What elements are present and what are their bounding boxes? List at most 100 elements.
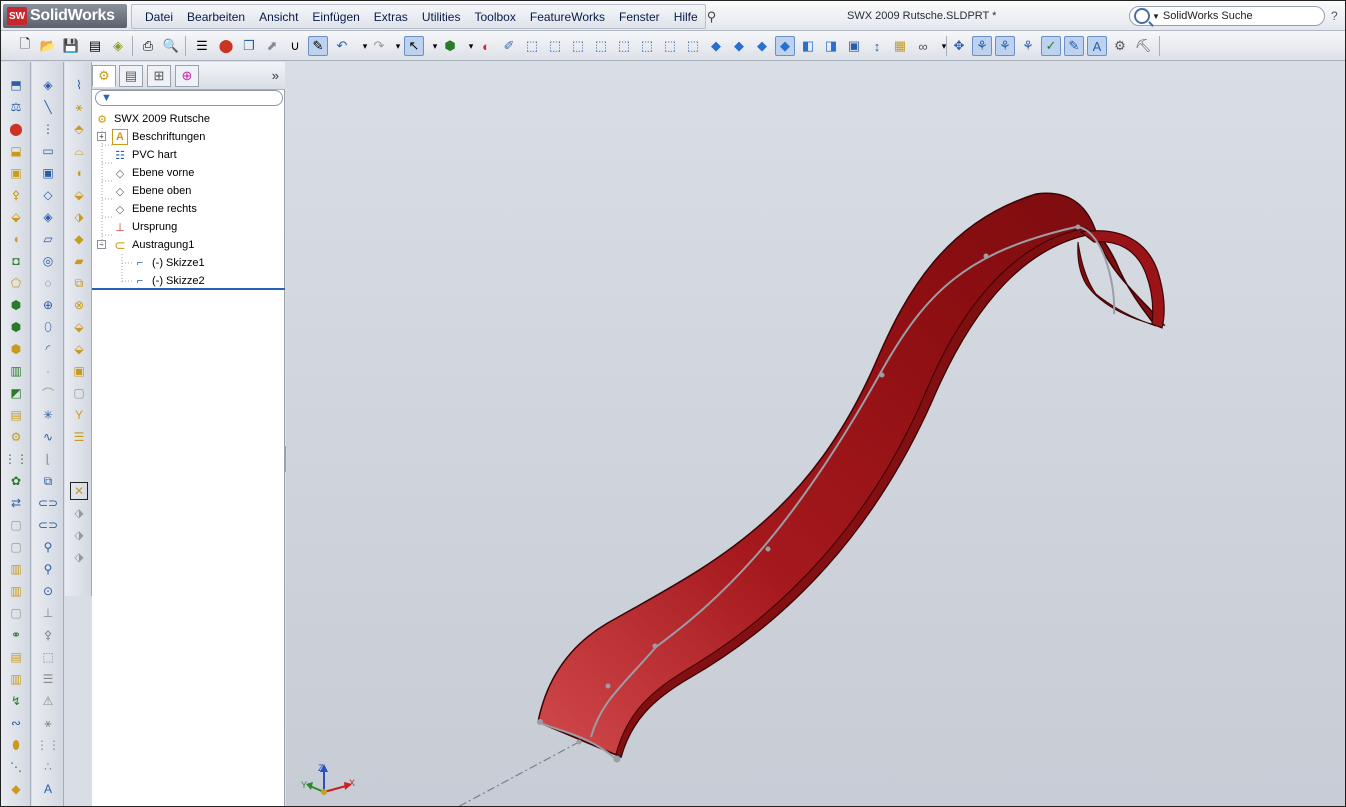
display-wireframe-icon[interactable]: ◆ <box>706 36 726 56</box>
dim-xpert-tab[interactable]: ⊕ <box>175 65 199 87</box>
hide-show-icon[interactable]: ⚘ <box>1018 36 1038 56</box>
menu-extras[interactable]: Extras <box>367 10 415 24</box>
profile-endpoint[interactable] <box>537 719 543 725</box>
view-bottom-icon[interactable]: ⬚ <box>637 36 657 56</box>
table-pattern-icon[interactable]: ▥ <box>7 560 25 578</box>
extruded-surface-icon[interactable]: ⬘ <box>70 120 88 138</box>
radiate-surface-icon[interactable]: ⊗ <box>70 296 88 314</box>
spline-point[interactable] <box>983 253 989 259</box>
print-preview-icon[interactable]: ▤ <box>85 36 105 56</box>
polygon-icon[interactable]: ◇ <box>39 186 57 204</box>
arc-icon[interactable]: ◌ <box>39 274 57 292</box>
lofted-surface-icon[interactable]: ⬙ <box>70 186 88 204</box>
origin-point[interactable] <box>576 739 582 745</box>
knit-surface-icon[interactable]: Y <box>70 406 88 424</box>
swept-surface-icon[interactable]: ◖ <box>70 164 88 182</box>
section-view-icon[interactable]: ◧ <box>798 36 818 56</box>
filled-surface-icon[interactable]: ◆ <box>70 230 88 248</box>
sketch-chamfer-icon[interactable]: ⚲ <box>39 560 57 578</box>
view-front-icon[interactable]: ⬚ <box>522 36 542 56</box>
rib-icon[interactable]: ◖ <box>7 230 25 248</box>
pin-menu-icon[interactable]: ⚲ <box>707 9 717 25</box>
untrim-surface-icon[interactable]: ▢ <box>70 384 88 402</box>
linear-sketch-pattern-icon[interactable]: ⋮⋮ <box>36 736 60 754</box>
spline-point[interactable] <box>879 372 885 378</box>
menu-toolbox[interactable]: Toolbox <box>467 10 522 24</box>
shell-icon[interactable]: ◘ <box>7 252 25 270</box>
spline-point[interactable] <box>1075 224 1081 230</box>
rotate-icon[interactable]: ↕ <box>867 36 887 56</box>
mid-surface-icon[interactable]: ⬗ <box>70 548 88 566</box>
new-document-icon[interactable]: 🗋 <box>15 36 35 56</box>
toolbox-icon[interactable]: ⚙ <box>1110 36 1130 56</box>
reference-plane-icon[interactable]: ⚭ <box>7 626 25 644</box>
menu-hilfe[interactable]: Hilfe <box>667 10 705 24</box>
display-relations-icon[interactable]: ⚴ <box>39 626 57 644</box>
fill-pattern-icon[interactable]: ▥ <box>7 582 25 600</box>
curve-icon[interactable]: ↯ <box>7 692 25 710</box>
split-line-icon[interactable]: ⬮ <box>7 736 25 754</box>
sketch-toggle-icon[interactable]: ✎ <box>308 36 328 56</box>
select-icon[interactable]: ↖ <box>404 36 424 56</box>
convert-entities-icon[interactable]: ⊂⊃ <box>38 494 58 512</box>
magnet-icon[interactable]: ∪ <box>285 36 305 56</box>
point-icon[interactable]: · <box>39 362 57 380</box>
mirror-icon[interactable]: ⇄ <box>7 494 25 512</box>
fillet-sketch-icon[interactable]: ⌒ <box>39 384 57 402</box>
add-relation-icon[interactable]: ⊥ <box>39 604 57 622</box>
sketch-pattern-icon[interactable]: ▢ <box>7 538 25 556</box>
view-trimetric-icon[interactable]: ⬚ <box>683 36 703 56</box>
sketch-centerline[interactable] <box>456 741 580 807</box>
model-view[interactable]: Z X Y <box>286 62 1345 807</box>
profile-endpoint[interactable] <box>613 755 621 763</box>
menu-einfuegen[interactable]: Einfügen <box>305 10 366 24</box>
tree-filter-input[interactable]: ▼ <box>95 90 283 106</box>
scale-icon[interactable]: ▢ <box>7 604 25 622</box>
move-face-icon[interactable]: ⬗ <box>70 526 88 544</box>
sketch-fillet-icon[interactable]: ⚲ <box>39 538 57 556</box>
dome-icon[interactable]: ⬢ <box>7 340 25 358</box>
extend-surface-icon[interactable]: ⬙ <box>70 340 88 358</box>
smart-mate-icon[interactable]: ⬈ <box>262 36 282 56</box>
indent-icon[interactable]: ▤ <box>7 406 25 424</box>
chamfer-icon[interactable]: ⬙ <box>7 208 25 226</box>
view-top-icon[interactable]: ⬚ <box>614 36 634 56</box>
glasses-icon[interactable]: ∞ <box>913 36 933 56</box>
rollback-bar[interactable] <box>92 288 285 290</box>
boundary-surface-icon[interactable]: ⬗ <box>70 208 88 226</box>
scale-entities-icon[interactable]: ⚹ <box>39 714 57 732</box>
3d-sketch-plane-icon[interactable]: ⚹ <box>70 98 88 116</box>
line-icon[interactable]: ╲ <box>39 98 57 116</box>
expand-panel-icon[interactable]: » <box>272 68 279 83</box>
linear-pattern-icon[interactable]: ⋮⋮ <box>4 450 28 468</box>
block-icon[interactable]: ⬚ <box>39 648 57 666</box>
select-filter-icon[interactable]: ⬢ <box>440 36 460 56</box>
sketch-relations-icon[interactable]: ⚘ <box>972 36 992 56</box>
rotate-entities-icon[interactable]: ⚠ <box>39 692 57 710</box>
open-icon[interactable]: 📂 <box>38 36 58 56</box>
ruled-surface-icon[interactable]: ⬙ <box>70 318 88 336</box>
move-entities-icon[interactable]: ☰ <box>39 670 57 688</box>
slot-icon[interactable]: ◈ <box>39 208 57 226</box>
coordinate-system-icon[interactable]: ▥ <box>7 670 25 688</box>
print-icon[interactable]: ⎙ <box>138 36 158 56</box>
revolved-surface-icon[interactable]: ⌓ <box>70 142 88 160</box>
properties-icon[interactable]: ☰ <box>192 36 212 56</box>
reference-axis-icon[interactable]: ▤ <box>7 648 25 666</box>
circle-icon[interactable]: ◎ <box>39 252 57 270</box>
delete-face-icon[interactable]: ✕ <box>70 482 88 500</box>
annotation-icon[interactable]: A <box>1087 36 1107 56</box>
help-icon[interactable]: ? <box>1331 9 1338 23</box>
appearance-icon[interactable]: ◐ <box>476 36 496 56</box>
text-sketch-icon[interactable]: ⊙ <box>39 582 57 600</box>
partial-ellipse-icon[interactable]: ◜ <box>39 340 57 358</box>
flex-icon[interactable]: ▥ <box>7 362 25 380</box>
zoom-preview-icon[interactable]: 🔍 <box>161 36 181 56</box>
solidworks-logo[interactable]: SW SolidWorks <box>3 4 127 28</box>
instant3d-icon[interactable]: ◆ <box>7 780 25 798</box>
parallelogram-icon[interactable]: ▱ <box>39 230 57 248</box>
spline-point[interactable] <box>605 683 611 689</box>
extrude-icon[interactable]: ⬒ <box>7 76 25 94</box>
spline-point[interactable] <box>765 546 771 552</box>
view-right-icon[interactable]: ⬚ <box>591 36 611 56</box>
